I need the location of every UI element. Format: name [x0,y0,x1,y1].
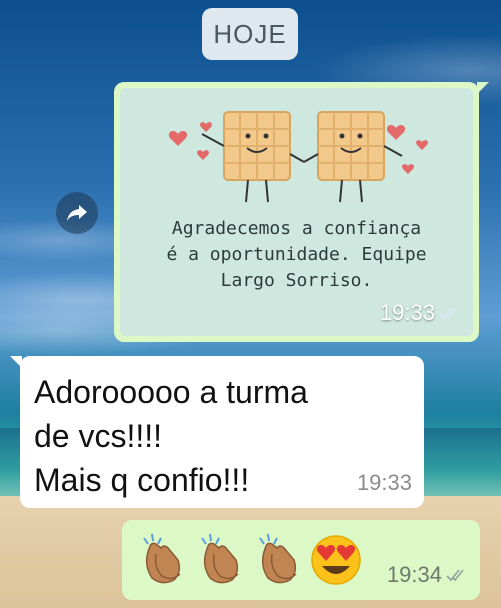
forward-button[interactable] [56,192,98,234]
double-check-icon [446,569,464,581]
double-check-icon [439,307,457,319]
image-caption-line: Largo Sorriso. [220,270,373,291]
outgoing-message-time: 19:34 [386,562,442,587]
image-caption: Agradecemos a confiança é a oportunidade… [120,216,473,294]
image-message-bubble[interactable]: Agradecemos a confiança é a oportunidade… [114,82,489,342]
waffle-couple-illustration [168,111,428,203]
image-caption-line: é a oportunidade. Equipe [166,244,427,265]
incoming-message-text: Adorooooo a turma de vcs!!!! Mais q conf… [34,374,308,498]
image-caption-line: Agradecemos a confiança [171,218,422,239]
heart-eyes-face-icon [311,535,361,585]
forward-icon [67,205,87,221]
image-message-meta: 19:33 [380,300,459,326]
image-message-time: 19:33 [379,300,435,325]
clapping-hands-icon [143,533,181,584]
date-chip-label: HOJE [213,18,287,49]
incoming-message-bubble[interactable]: Adorooooo a turma de vcs!!!! Mais q conf… [10,356,424,508]
image-message-card[interactable]: Agradecemos a confiança é a oportunidade… [120,88,473,336]
date-chip: HOJE [202,8,298,60]
clapping-hands-icon [201,533,239,584]
incoming-message-time: 19:33 [356,470,412,495]
clapping-hands-icon [259,533,297,584]
outgoing-message-bubble[interactable]: 19:34 [122,520,480,600]
outgoing-message-meta: 19:34 [387,562,466,588]
